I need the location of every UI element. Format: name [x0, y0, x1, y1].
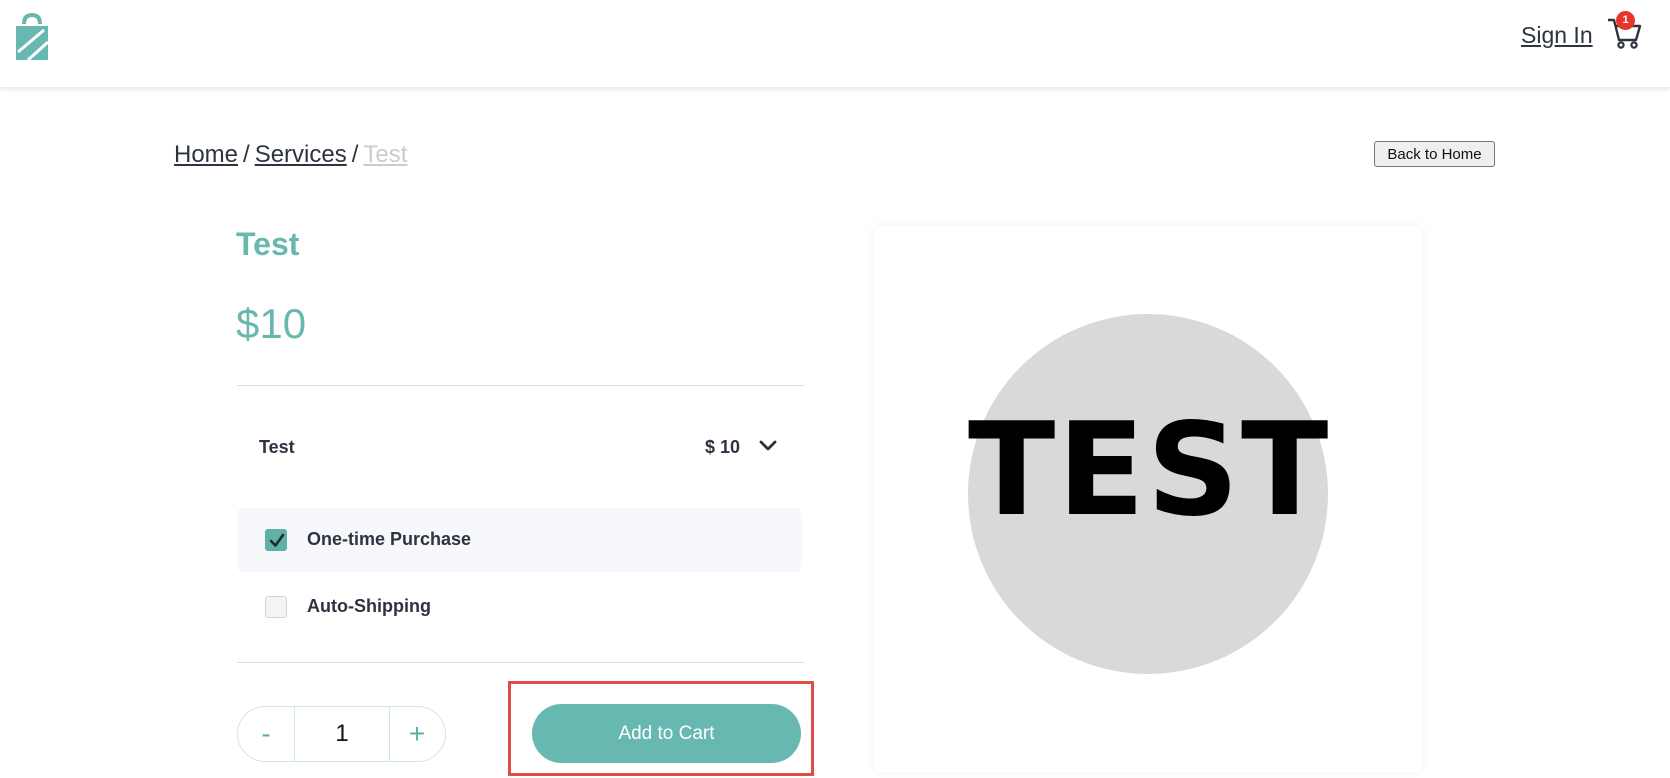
decrease-quantity-button[interactable]: -: [238, 707, 294, 761]
variant-price: $ 10: [705, 437, 741, 457]
cart-count-badge: 1: [1616, 11, 1635, 30]
auto-shipping-option[interactable]: Auto-Shipping: [237, 575, 802, 639]
auto-shipping-checkbox[interactable]: [265, 596, 287, 618]
product-image-card: TEST: [874, 226, 1422, 772]
divider: [237, 385, 804, 386]
back-to-home-button[interactable]: Back to Home: [1374, 141, 1495, 167]
chevron-down-icon[interactable]: [758, 438, 778, 454]
divider: [237, 662, 804, 663]
shopping-bag-logo-icon[interactable]: [14, 12, 50, 62]
product-title: Test: [236, 226, 300, 262]
quantity-stepper: - 1 +: [237, 706, 446, 762]
breadcrumb-separator: /: [243, 141, 250, 168]
breadcrumb-home-link[interactable]: Home: [174, 141, 238, 168]
breadcrumb-separator: /: [351, 141, 359, 168]
site-header: Sign In 1: [0, 0, 1670, 88]
checkmark-icon: [269, 533, 285, 547]
sign-in-link[interactable]: Sign In: [1521, 22, 1593, 49]
breadcrumb: Home / Services / Test: [174, 141, 407, 169]
one-time-purchase-checkbox[interactable]: [265, 529, 287, 551]
variant-name: Test: [259, 437, 295, 457]
auto-shipping-label: Auto-Shipping: [307, 596, 431, 616]
add-to-cart-button[interactable]: Add to Cart: [532, 704, 801, 763]
one-time-purchase-label: One-time Purchase: [307, 529, 472, 549]
quantity-input[interactable]: 1: [294, 707, 390, 761]
product-price: $10: [236, 300, 307, 347]
increase-quantity-button[interactable]: +: [389, 707, 445, 761]
product-image-text: TEST: [968, 396, 1331, 545]
breadcrumb-current: Test: [363, 141, 408, 168]
one-time-purchase-option[interactable]: One-time Purchase: [237, 508, 802, 572]
breadcrumb-services-link[interactable]: Services: [255, 141, 347, 168]
variant-dropdown[interactable]: Test $ 10: [237, 420, 804, 476]
